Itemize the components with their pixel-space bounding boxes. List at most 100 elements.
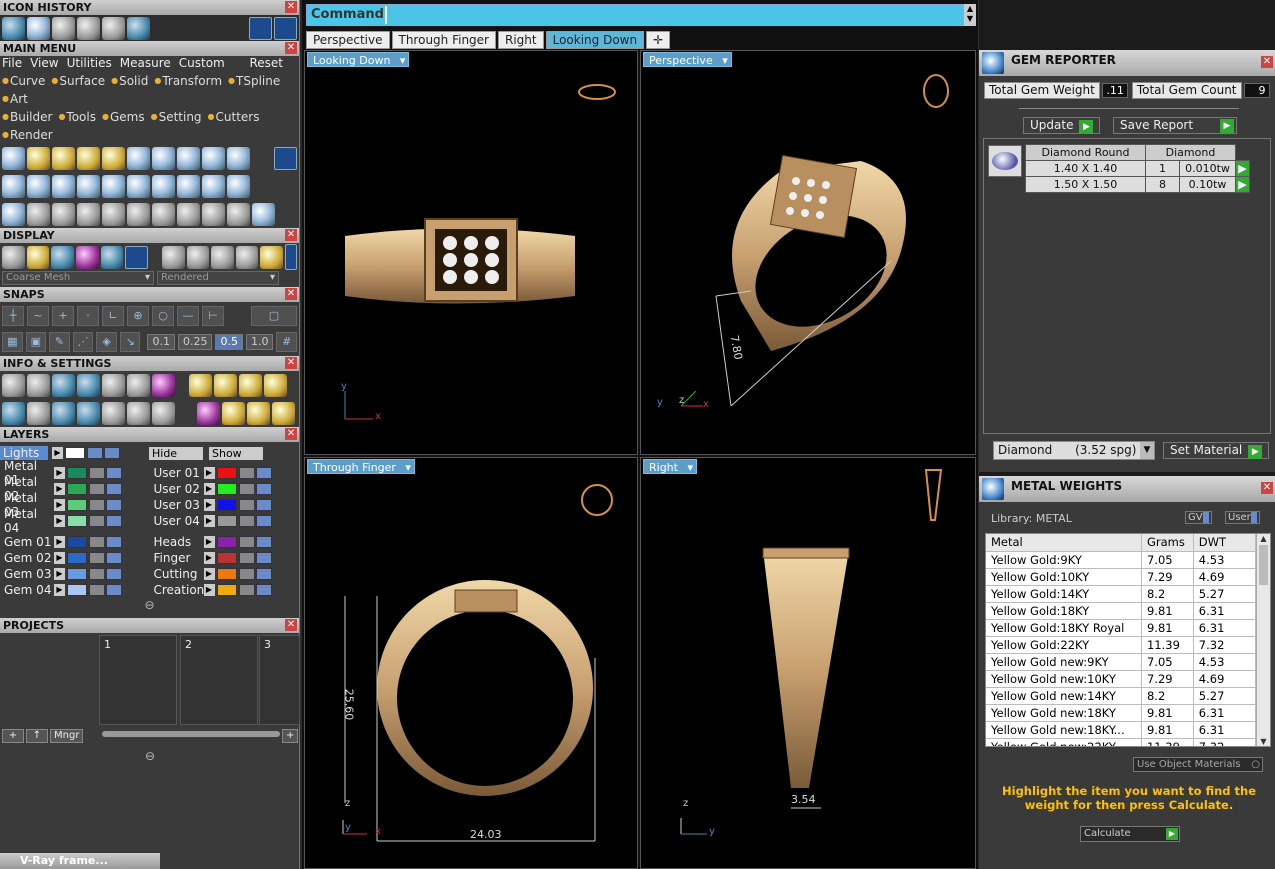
- visibility-toggle[interactable]: [255, 568, 272, 580]
- lock-icon[interactable]: [89, 536, 105, 548]
- gem-row[interactable]: 1.50 X 1.50 8 0.10tw ▶: [1025, 176, 1250, 193]
- close-icon[interactable]: ✕: [285, 357, 297, 369]
- tool-icon[interactable]: [202, 202, 225, 226]
- info-icon[interactable]: [189, 373, 212, 397]
- edit-icon[interactable]: [127, 373, 150, 397]
- snap-eye-icon[interactable]: ◈: [96, 332, 117, 352]
- layer-row[interactable]: User 01 ▶: [150, 465, 300, 481]
- move-icon[interactable]: [102, 202, 125, 226]
- tool-icon[interactable]: [152, 146, 175, 170]
- save-report-button[interactable]: Save Report ▶: [1113, 117, 1237, 134]
- header-grams[interactable]: Grams: [1141, 534, 1194, 552]
- arrow-right-icon[interactable]: ▶: [54, 499, 65, 511]
- lock-icon[interactable]: [89, 584, 105, 596]
- tool-icon[interactable]: [77, 146, 100, 170]
- use-object-materials-toggle[interactable]: Use Object Materials ○: [1133, 757, 1263, 772]
- close-icon[interactable]: ✕: [285, 1, 297, 13]
- close-icon[interactable]: ✕: [1261, 56, 1273, 68]
- snap-value-1-0[interactable]: 1.0: [245, 334, 274, 350]
- tool-icon[interactable]: [52, 174, 75, 198]
- command-scroll[interactable]: ▲ ▼: [964, 4, 976, 26]
- snap-arrow-icon[interactable]: ↘: [119, 332, 141, 352]
- tool-icon[interactable]: [202, 146, 225, 170]
- layer-color-swatch[interactable]: [216, 568, 237, 580]
- metal-row[interactable]: Yellow Gold:18KY 9.81 6.31: [986, 602, 1257, 620]
- lights-layer[interactable]: Lights: [0, 446, 48, 460]
- info-icon[interactable]: [247, 401, 270, 425]
- arrow-right-icon[interactable]: ▶: [203, 483, 215, 495]
- display-icon[interactable]: [26, 245, 50, 269]
- layer-toggle[interactable]: [104, 447, 120, 459]
- arrow-right-icon[interactable]: ▶: [203, 584, 215, 596]
- layer-row[interactable]: Gem 04 ▶: [0, 582, 150, 598]
- curve-icon[interactable]: [27, 202, 50, 226]
- info-icon[interactable]: [197, 401, 220, 425]
- shaded-icon[interactable]: [51, 245, 74, 269]
- arrow-right-icon[interactable]: ▶: [203, 536, 215, 548]
- layer-color-swatch[interactable]: [216, 467, 237, 479]
- snap-grid-icon[interactable]: ▦: [2, 332, 23, 352]
- close-icon[interactable]: ✕: [285, 42, 297, 54]
- menu-custom[interactable]: Custom: [179, 56, 225, 72]
- lock-icon[interactable]: [89, 467, 105, 479]
- snap-value-0-5[interactable]: 0.5: [215, 334, 243, 350]
- metal-row[interactable]: Yellow Gold new:18KY 9.81 6.31: [986, 704, 1257, 722]
- gem-row[interactable]: 1.40 X 1.40 1 0.010tw ▶: [1025, 160, 1250, 177]
- metal-row[interactable]: Yellow Gold:10KY 7.29 4.69: [986, 568, 1257, 586]
- info-icon[interactable]: [102, 373, 125, 397]
- tool-icon[interactable]: [152, 174, 175, 198]
- history-forward-icon[interactable]: [274, 16, 297, 40]
- layer-row[interactable]: Metal 04 ▶: [0, 507, 150, 535]
- lock-icon[interactable]: [89, 552, 105, 564]
- projects-collapse-icon[interactable]: ⊖: [0, 749, 300, 763]
- wireframe-icon[interactable]: [2, 245, 25, 269]
- cat-gems[interactable]: Gems: [102, 108, 145, 126]
- gv-toggle[interactable]: GV: [1185, 511, 1212, 524]
- calculate-button[interactable]: Calculate ▶: [1080, 826, 1180, 842]
- snap-cube-icon[interactable]: ▣: [25, 332, 47, 352]
- arrow-right-icon[interactable]: ▶: [54, 568, 65, 580]
- snap-grid-toggle-icon[interactable]: #: [276, 332, 298, 352]
- snap-value-0-1[interactable]: 0.1: [147, 334, 175, 350]
- visibility-toggle[interactable]: [255, 499, 272, 511]
- tool-icon[interactable]: [274, 146, 297, 170]
- metal-row[interactable]: Yellow Gold new:10KY 7.29 4.69: [986, 670, 1257, 688]
- snap-curve-icon[interactable]: ~: [27, 306, 49, 326]
- display-icon[interactable]: [75, 245, 99, 269]
- layer-toggle[interactable]: [87, 447, 103, 459]
- viewport-right[interactable]: Right 3.54 z y: [640, 457, 976, 869]
- project-cell-3[interactable]: 3: [259, 635, 300, 725]
- command-input[interactable]: [385, 6, 962, 24]
- layer-row[interactable]: Gem 01 ▶: [0, 534, 150, 550]
- tab-right[interactable]: Right: [498, 31, 544, 49]
- play-icon[interactable]: ▶: [1235, 160, 1250, 177]
- visibility-toggle[interactable]: [255, 467, 272, 479]
- tool-icon[interactable]: [102, 174, 125, 198]
- tool-icon[interactable]: [177, 202, 200, 226]
- arrow-right-icon[interactable]: ▶: [54, 536, 65, 548]
- menu-utilities[interactable]: Utilities: [67, 56, 112, 72]
- layer-row[interactable]: Creation ▶: [150, 582, 300, 598]
- cat-transform[interactable]: Transform: [154, 72, 222, 90]
- tool-icon[interactable]: [52, 146, 75, 170]
- layer-color-swatch[interactable]: [216, 499, 237, 511]
- visibility-toggle[interactable]: [255, 483, 272, 495]
- tool-icon[interactable]: [77, 174, 100, 198]
- project-slider[interactable]: [102, 731, 280, 737]
- info-icon[interactable]: [152, 401, 175, 425]
- material-select[interactable]: Diamond (3.52 spg) ▼: [993, 441, 1155, 460]
- cat-builder[interactable]: Builder: [2, 108, 52, 126]
- arrow-right-icon[interactable]: ▶: [54, 584, 65, 596]
- close-icon[interactable]: ✕: [285, 229, 297, 241]
- tab-through-finger[interactable]: Through Finger: [391, 31, 496, 49]
- tool-icon[interactable]: [127, 202, 150, 226]
- visibility-toggle[interactable]: [106, 515, 122, 527]
- info-icon[interactable]: [239, 373, 262, 397]
- monitor-icon[interactable]: [27, 401, 50, 425]
- menu-measure[interactable]: Measure: [120, 56, 171, 72]
- lock-icon[interactable]: [238, 483, 255, 495]
- tool-icon[interactable]: [52, 202, 75, 226]
- layer-color-swatch[interactable]: [67, 467, 87, 479]
- layer-row[interactable]: Gem 02 ▶: [0, 550, 150, 566]
- snap-pen-icon[interactable]: ✎: [49, 332, 70, 352]
